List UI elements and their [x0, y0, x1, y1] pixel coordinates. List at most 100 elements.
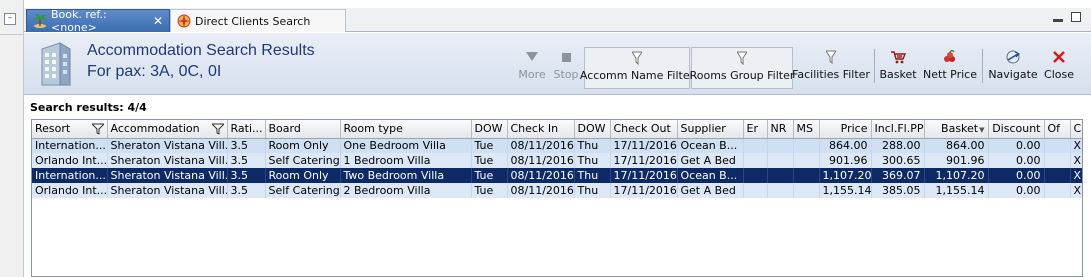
- hotel-building-icon: [38, 41, 72, 87]
- pax-subtitle: For pax: 3A, 0C, 0I: [87, 63, 222, 80]
- stop-button[interactable]: Stop: [552, 47, 580, 89]
- cell-supplier: Get A Bed: [677, 183, 744, 198]
- cell-check-in: 08/11/2016: [507, 153, 575, 168]
- minimize-panel-icon[interactable]: –: [4, 13, 16, 25]
- filter-icon[interactable]: [90, 123, 105, 135]
- berries-icon: [942, 49, 958, 65]
- navigate-label: Navigate: [988, 68, 1038, 81]
- column-header-incl-fl-pp[interactable]: Incl.Fl.PP: [871, 120, 925, 139]
- cell-price: 1,107.20: [819, 168, 872, 183]
- more-label: More: [518, 68, 546, 81]
- funnel-icon: [629, 50, 645, 66]
- column-header-resort[interactable]: Resort: [32, 120, 108, 139]
- nett-price-label: Nett Price: [923, 68, 977, 81]
- funnel-icon: [734, 50, 750, 66]
- cell-c: X: [1070, 153, 1082, 168]
- cell-check-in: 08/11/2016: [507, 183, 575, 198]
- column-header-ms[interactable]: MS: [793, 120, 820, 139]
- cell-price: 1,155.14: [819, 183, 872, 198]
- maximize-view-icon[interactable]: [1071, 12, 1081, 22]
- cell-room-type: Two Bedroom Villa: [340, 168, 472, 183]
- cell-ms: [793, 138, 820, 153]
- navigate-button[interactable]: Navigate: [988, 47, 1038, 89]
- facilities-filter-button[interactable]: Facilities Filter: [792, 47, 870, 89]
- cell-supplier: Get A Bed: [677, 153, 744, 168]
- cell-board: Self Catering: [265, 153, 341, 168]
- column-header-dow-out[interactable]: DOW: [574, 120, 611, 139]
- tab-direct-clients-search[interactable]: Direct Clients Search: [170, 9, 346, 32]
- column-header-dow-in[interactable]: DOW: [471, 120, 508, 139]
- cell-dow-in: Tue: [471, 183, 508, 198]
- column-header-board[interactable]: Board: [265, 120, 341, 139]
- cell-resort: Internation...: [32, 138, 108, 153]
- cell-rating: 3.5: [227, 183, 266, 198]
- cell-rating: 3.5: [227, 168, 266, 183]
- basket-button[interactable]: Basket: [879, 47, 917, 89]
- table-header-row: Resort Accommodation Rati... Board Room …: [32, 120, 1082, 139]
- filter-icon[interactable]: [210, 123, 225, 135]
- divider: [0, 34, 23, 35]
- cell-er: [743, 138, 768, 153]
- column-header-c[interactable]: C: [1070, 120, 1082, 139]
- table-row[interactable]: Orlando Int... Sheraton Vistana Vill... …: [32, 183, 1082, 198]
- column-header-rating[interactable]: Rati...: [227, 120, 266, 139]
- cell-check-out: 17/11/2016: [610, 168, 678, 183]
- cell-room-type: 1 Bedroom Villa: [340, 153, 472, 168]
- shopping-cart-icon: [890, 49, 906, 65]
- column-header-basket[interactable]: Basket▼: [924, 120, 989, 139]
- more-button[interactable]: More: [518, 47, 546, 89]
- cell-price: 901.96: [819, 153, 872, 168]
- table-row-selected[interactable]: Internation... Sheraton Vistana Vill... …: [32, 168, 1082, 183]
- cell-c: X: [1070, 183, 1082, 198]
- cell-board: Self Catering: [265, 183, 341, 198]
- cell-er: [743, 168, 768, 183]
- minimize-view-icon[interactable]: [1053, 19, 1063, 22]
- cell-of: [1044, 168, 1071, 183]
- table-row[interactable]: Orlando Int... Sheraton Vistana Vill... …: [32, 153, 1082, 168]
- cell-dow-in: Tue: [471, 138, 508, 153]
- left-panel: –: [0, 0, 24, 277]
- cell-nr: [767, 153, 794, 168]
- cell-incl-fl-pp: 300.65: [871, 153, 925, 168]
- column-header-discount[interactable]: Discount: [988, 120, 1045, 139]
- cell-dow-out: Thu: [574, 168, 611, 183]
- close-tab-icon[interactable]: ✕: [153, 14, 163, 28]
- cell-ms: [793, 168, 820, 183]
- column-header-accommodation[interactable]: Accommodation: [107, 120, 228, 139]
- cell-rating: 3.5: [227, 153, 266, 168]
- cell-room-type: One Bedroom Villa: [340, 138, 472, 153]
- cell-dow-out: Thu: [574, 183, 611, 198]
- accomm-name-filter-label: Accomm Name Filter: [579, 69, 695, 82]
- table-row[interactable]: Internation... Sheraton Vistana Vill... …: [32, 138, 1082, 153]
- facilities-filter-label: Facilities Filter: [792, 68, 870, 81]
- column-header-check-out[interactable]: Check Out: [610, 120, 678, 139]
- close-button[interactable]: Close: [1044, 47, 1074, 89]
- nett-price-button[interactable]: Nett Price: [923, 47, 977, 89]
- column-header-check-in[interactable]: Check In: [507, 120, 575, 139]
- toolbar-divider: [982, 49, 983, 83]
- cell-of: [1044, 153, 1071, 168]
- cell-nr: [767, 183, 794, 198]
- triangle-down-icon: [524, 49, 540, 65]
- column-header-supplier[interactable]: Supplier: [677, 120, 744, 139]
- column-header-of[interactable]: Of: [1044, 120, 1071, 139]
- cell-resort: Internation...: [32, 168, 108, 183]
- cell-dow-out: Thu: [574, 138, 611, 153]
- column-header-price[interactable]: Price: [819, 120, 872, 139]
- cell-discount: 0.00: [988, 168, 1045, 183]
- toolbar-divider: [874, 49, 875, 83]
- column-header-er[interactable]: Er: [743, 120, 768, 139]
- accomm-name-filter-button[interactable]: Accomm Name Filter: [580, 47, 694, 89]
- rooms-group-filter-button[interactable]: Rooms Group Filter: [690, 47, 794, 89]
- cell-price: 864.00: [819, 138, 872, 153]
- cell-rating: 3.5: [227, 138, 266, 153]
- tab-booking[interactable]: Book. ref.: <none> ✕: [26, 8, 170, 34]
- close-x-icon: [1051, 49, 1067, 65]
- tab-booking-label: Book. ref.: <none>: [51, 8, 107, 34]
- column-header-nr[interactable]: NR: [767, 120, 794, 139]
- cell-accommodation: Sheraton Vistana Vill...: [107, 138, 228, 153]
- sort-descending-icon: ▼: [979, 126, 985, 135]
- column-header-room-type[interactable]: Room type: [340, 120, 472, 139]
- cell-discount: 0.00: [988, 183, 1045, 198]
- cell-incl-fl-pp: 288.00: [871, 138, 925, 153]
